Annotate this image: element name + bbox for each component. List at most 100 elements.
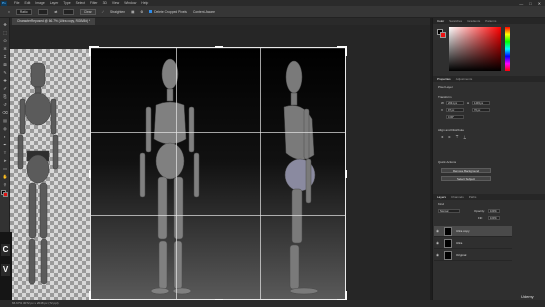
clear-button[interactable]: Clear xyxy=(79,8,96,15)
crop-handle-top[interactable] xyxy=(215,46,223,48)
transform-heading: Transform xyxy=(438,95,452,99)
maximize-icon[interactable]: □ xyxy=(529,1,531,6)
panel-scroll-area xyxy=(512,214,545,300)
overlay-grid-icon[interactable]: ▦ xyxy=(131,10,134,14)
align-icons[interactable]: ⫷ ⫸ ⊤ ⊥ xyxy=(441,134,468,139)
tab-channels[interactable]: Channels xyxy=(451,194,464,200)
menu-image[interactable]: Image xyxy=(35,1,44,5)
settings-gear-icon[interactable]: ⚙ xyxy=(140,10,143,14)
stamp-icon[interactable]: ⎘ xyxy=(2,94,8,99)
layer-thumbnail xyxy=(444,227,452,236)
document-tab[interactable]: CharacterReposed @ 66.7% (Ultra copy, RG… xyxy=(12,18,96,25)
fill-field[interactable]: 100% xyxy=(488,216,500,220)
crop-handle-bottom-right[interactable] xyxy=(337,291,347,300)
straighten-icon[interactable]: ⟋ xyxy=(102,10,104,14)
ratio-width-field[interactable] xyxy=(37,8,49,15)
zoom-icon[interactable]: ⚲ xyxy=(2,182,8,187)
opacity-field[interactable]: 100% xyxy=(488,209,500,213)
color-picker-field[interactable] xyxy=(449,27,501,71)
crop-handle-bottom-left[interactable] xyxy=(89,291,99,300)
dodge-icon[interactable]: ◐ xyxy=(2,134,8,139)
tab-swatches[interactable]: Swatches xyxy=(449,18,462,24)
visibility-eye-icon[interactable]: ◉ xyxy=(436,253,439,257)
menu-file[interactable]: File xyxy=(14,1,19,5)
crop-handle-left[interactable] xyxy=(89,170,91,178)
properties-panel-tabs[interactable]: Properties Adjustments xyxy=(433,76,545,82)
select-subject-button[interactable]: Select Subject xyxy=(441,176,491,181)
layer-thumbnail xyxy=(444,239,452,248)
panel-background-swatch[interactable] xyxy=(440,32,446,38)
layer-filter-kind[interactable]: Kind xyxy=(438,202,444,206)
gradient-icon[interactable]: ▤ xyxy=(2,118,8,123)
lasso-icon[interactable]: ʘ xyxy=(2,38,8,43)
layer-row[interactable]: ◉ Original xyxy=(434,250,512,261)
close-icon[interactable]: ✕ xyxy=(538,1,541,6)
menu-filter[interactable]: Filter xyxy=(90,1,98,5)
layer-name: Original xyxy=(456,253,467,257)
options-bar: ⌗ Ratio ⇄ Clear ⟋ Straighten ▦ ⚙ Delete … xyxy=(0,6,545,18)
color-panel-tabs[interactable]: Color Swatches Gradients Patterns xyxy=(433,18,545,24)
visibility-eye-icon[interactable]: ◉ xyxy=(436,241,439,245)
menu-3d[interactable]: 3D xyxy=(103,1,107,5)
crop-handle-top-left[interactable] xyxy=(89,46,99,56)
angle-field[interactable]: 0.00° xyxy=(446,115,464,119)
eyedropper-icon[interactable]: ✎ xyxy=(2,70,8,75)
path-select-icon[interactable]: ➤ xyxy=(2,158,8,163)
align-heading: Align and Distribute xyxy=(438,128,465,132)
menu-select[interactable]: Select xyxy=(76,1,85,5)
tab-properties[interactable]: Properties xyxy=(437,76,451,82)
hand-icon[interactable]: ✋ xyxy=(2,174,8,179)
menu-type[interactable]: Type xyxy=(63,1,70,5)
delete-cropped-checkbox[interactable]: Delete Cropped Pixels xyxy=(149,9,187,14)
swap-icon[interactable]: ⇄ xyxy=(54,10,57,14)
magic-wand-icon[interactable]: ✲ xyxy=(2,46,8,51)
menu-layer[interactable]: Layer xyxy=(50,1,58,5)
h-field[interactable]: 1403 px xyxy=(472,101,490,105)
crop-icon[interactable]: ⌗ xyxy=(2,54,8,59)
tab-color[interactable]: Color xyxy=(437,18,444,24)
marquee-icon[interactable]: ⬚ xyxy=(2,30,8,35)
minimize-icon[interactable]: — xyxy=(519,1,523,6)
webcam-letter: C xyxy=(1,244,10,256)
crop-handle-top-right[interactable] xyxy=(337,46,347,56)
layer-row[interactable]: ◉ Ultra xyxy=(434,238,512,249)
ratio-select[interactable]: Ratio xyxy=(15,8,32,15)
pen-icon[interactable]: ✒ xyxy=(2,142,8,147)
shape-icon[interactable]: ▭ xyxy=(2,166,8,171)
background-color-swatch[interactable] xyxy=(3,192,8,197)
layer-row[interactable]: ◉ Ultra copy xyxy=(434,226,512,237)
menu-view[interactable]: View xyxy=(112,1,119,5)
blur-icon[interactable]: ◍ xyxy=(2,126,8,131)
hue-slider[interactable] xyxy=(505,27,510,71)
menu-help[interactable]: Help xyxy=(141,1,148,5)
type-icon[interactable]: T xyxy=(2,150,8,155)
tab-paths[interactable]: Paths xyxy=(469,194,477,200)
layers-panel-tabs[interactable]: Layers Channels Paths xyxy=(433,194,545,200)
brush-icon[interactable]: ✐ xyxy=(2,86,8,91)
y-field[interactable]: 70 px xyxy=(472,108,490,112)
crop-box[interactable] xyxy=(89,46,347,300)
tab-gradients[interactable]: Gradients xyxy=(467,18,480,24)
menu-edit[interactable]: Edit xyxy=(24,1,30,5)
crop-tool-icon[interactable]: ⌗ xyxy=(8,10,10,14)
healing-icon[interactable]: ✚ xyxy=(2,78,8,83)
visibility-eye-icon[interactable]: ◉ xyxy=(436,229,439,233)
frame-icon[interactable]: ⊠ xyxy=(2,62,8,67)
canvas-area[interactable] xyxy=(10,25,430,300)
x-field[interactable]: 97 px xyxy=(446,108,464,112)
remove-background-button[interactable]: Remove Background xyxy=(441,168,491,173)
tab-layers[interactable]: Layers xyxy=(437,194,446,200)
eraser-icon[interactable]: ⌫ xyxy=(2,110,8,115)
history-brush-icon[interactable]: ↺ xyxy=(2,102,8,107)
straighten-label[interactable]: Straighten xyxy=(110,10,125,14)
move-icon[interactable]: ✥ xyxy=(2,22,8,27)
w-field[interactable]: 2041 px xyxy=(446,101,464,105)
tab-adjustments[interactable]: Adjustments xyxy=(456,76,473,82)
menu-window[interactable]: Window xyxy=(124,1,136,5)
ratio-height-field[interactable] xyxy=(63,8,74,15)
blend-mode-select[interactable]: Normal xyxy=(438,209,460,213)
content-aware-checkbox[interactable]: Content-Aware xyxy=(193,10,215,14)
layer-thumbnail xyxy=(444,251,452,260)
crop-handle-right[interactable] xyxy=(345,170,347,178)
tab-patterns[interactable]: Patterns xyxy=(485,18,496,24)
